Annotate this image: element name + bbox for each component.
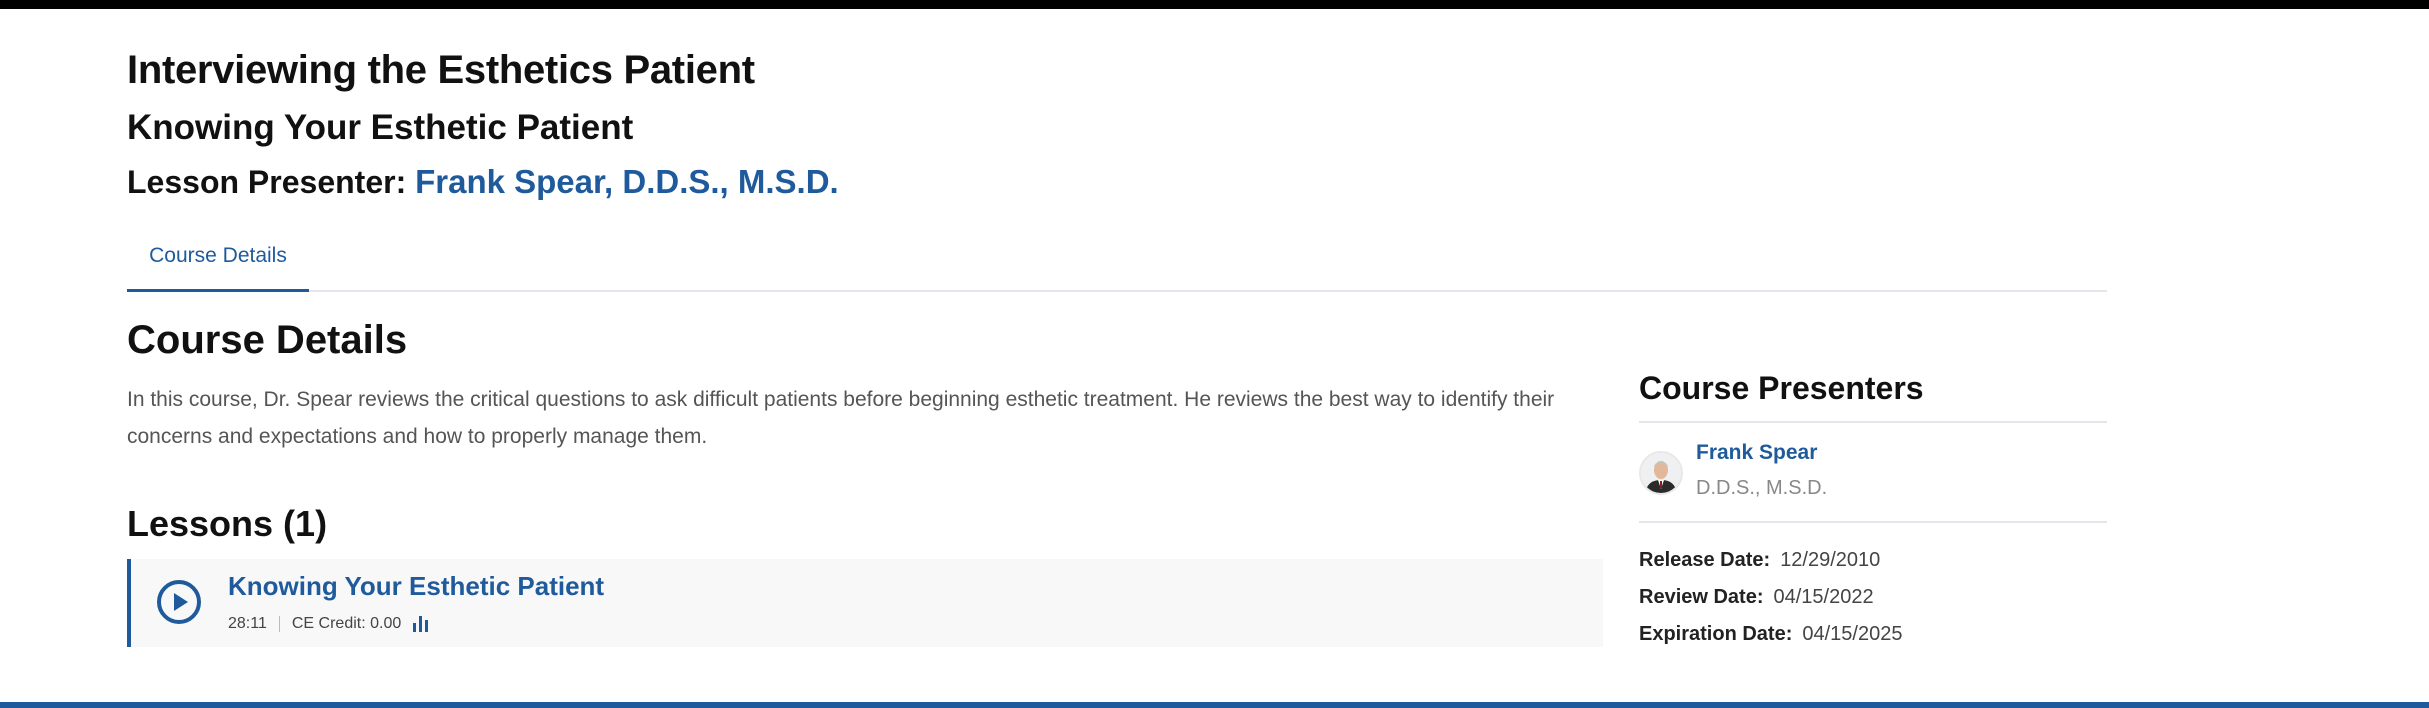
presenter-name-link[interactable]: Frank Spear: [1696, 441, 1817, 465]
play-circle-icon[interactable]: [156, 579, 202, 625]
lesson-presenter-link[interactable]: Frank Spear, D.D.S., M.S.D.: [415, 163, 839, 200]
review-date-row: Review Date: 04/15/2022: [1639, 586, 2107, 623]
release-date-row: Release Date: 12/29/2010: [1639, 549, 2107, 586]
expiration-date-label: Expiration Date:: [1639, 623, 1793, 645]
course-sidebar: Course Presenters Frank Spear D.D.S., M.…: [1639, 370, 2107, 660]
lesson-presenter-label: Lesson Presenter:: [127, 164, 407, 200]
lesson-item[interactable]: Knowing Your Esthetic Patient 28:11 CE C…: [127, 559, 1603, 647]
course-presenters-heading: Course Presenters: [1639, 370, 2107, 423]
meta-divider: [278, 616, 280, 632]
lesson-title: Knowing Your Esthetic Patient: [127, 108, 634, 147]
lesson-item-meta: 28:11 CE Credit: 0.00: [228, 615, 431, 633]
expiration-date-value: 04/15/2025: [1802, 623, 1903, 645]
review-date-label: Review Date:: [1639, 586, 1764, 608]
top-bar: [0, 0, 2429, 9]
tab-course-details[interactable]: Course Details: [127, 228, 309, 292]
lesson-ce-credit: CE Credit: 0.00: [291, 615, 402, 632]
lesson-item-title[interactable]: Knowing Your Esthetic Patient: [228, 571, 604, 602]
release-date-label: Release Date:: [1639, 549, 1771, 571]
lesson-duration: 28:11: [228, 615, 267, 632]
review-date-value: 04/15/2022: [1773, 586, 1874, 608]
presenter-credentials: D.D.S., M.S.D.: [1696, 477, 1828, 499]
presenter-card: Frank Spear D.D.S., M.S.D.: [1639, 423, 2107, 523]
tab-bar: Course Details: [127, 228, 2107, 292]
course-description: In this course, Dr. Spear reviews the cr…: [127, 388, 1555, 448]
expiration-date-row: Expiration Date: 04/15/2025: [1639, 623, 2107, 660]
lessons-heading: Lessons (1): [127, 503, 328, 544]
release-date-value: 12/29/2010: [1780, 549, 1881, 571]
course-dates: Release Date: 12/29/2010 Review Date: 04/1…: [1639, 549, 2107, 660]
avatar: [1639, 451, 1683, 495]
bar-chart-icon[interactable]: [413, 616, 431, 632]
presenter-photo-icon: [1641, 453, 1681, 493]
lesson-presenter-line: Lesson Presenter: Frank Spear, D.D.S., M…: [127, 163, 839, 201]
course-details-heading: Course Details: [127, 318, 408, 362]
bottom-bar: [0, 702, 2429, 708]
course-title: Interviewing the Esthetics Patient: [127, 48, 755, 92]
